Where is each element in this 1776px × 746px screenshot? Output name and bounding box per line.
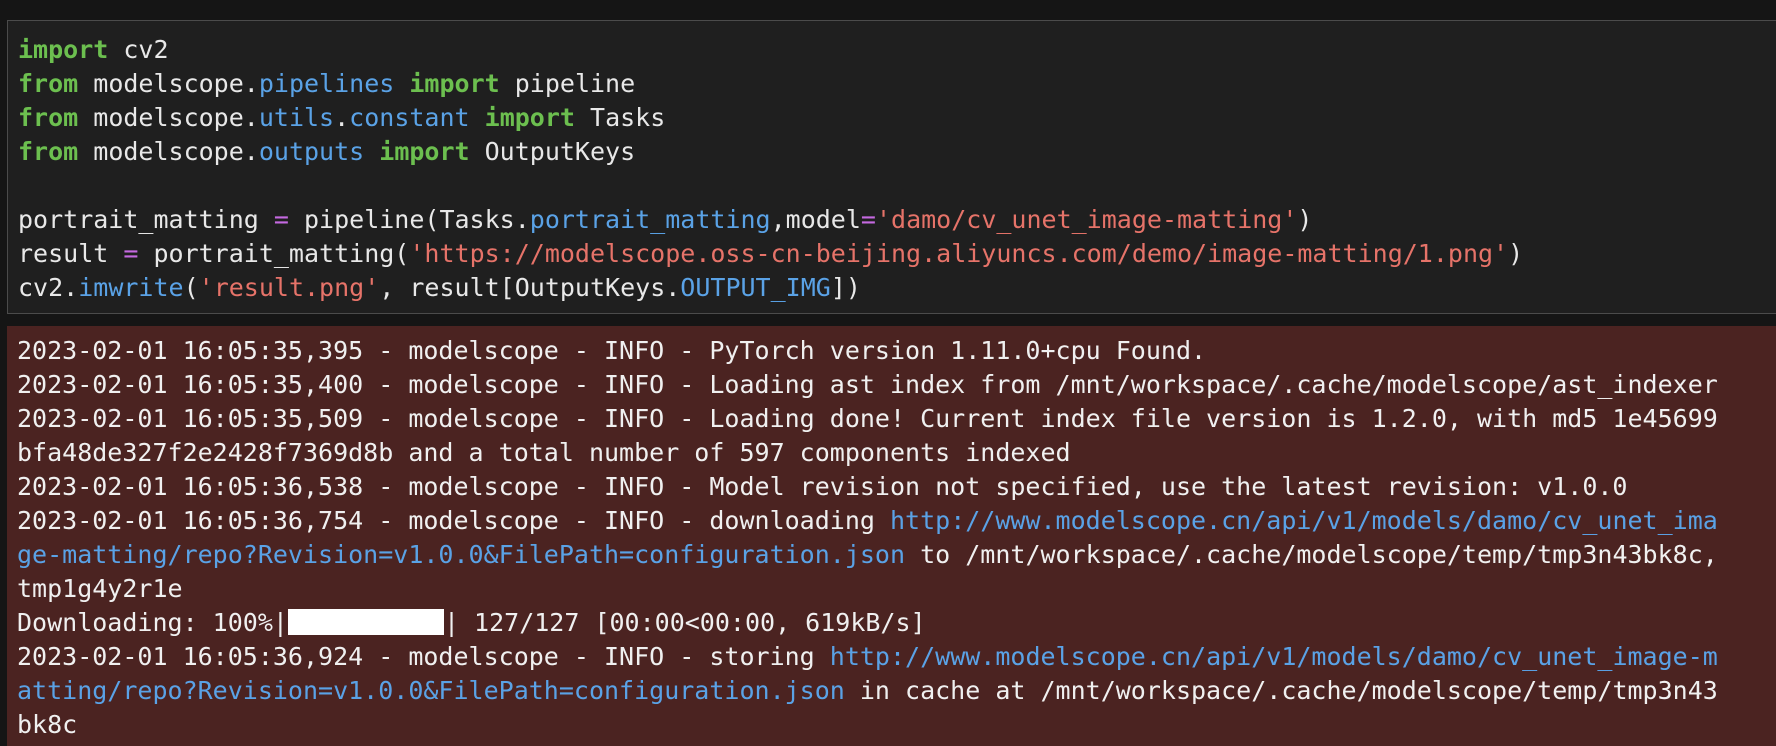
string-literal: 'https://modelscope.oss-cn-beijing.aliyu… — [409, 239, 1509, 268]
string-literal: 'result.png' — [198, 273, 380, 302]
code-text: portrait_matting — [18, 205, 274, 234]
attribute: outputs — [258, 137, 365, 166]
code-text: cv2. — [18, 273, 79, 302]
log-line: 2023-02-01 16:05:35,400 - modelscope - I… — [17, 370, 1718, 399]
keyword: import — [379, 137, 470, 166]
log-text: to /mnt/workspace/.cache/modelscope/temp… — [905, 540, 1718, 569]
code-line-2: from modelscope.pipelines import pipelin… — [18, 67, 1523, 101]
code-text: ,model — [770, 205, 861, 234]
code-text: modelscope. — [78, 137, 259, 166]
code-text: pipeline(Tasks. — [288, 205, 530, 234]
code-cell[interactable]: import cv2 from modelscope.pipelines imp… — [7, 20, 1776, 314]
log-text: 2023-02-01 16:05:36,754 - modelscope - I… — [17, 506, 890, 535]
code-line-3: from modelscope.utils.constant import Ta… — [18, 101, 1523, 135]
progress-label: Downloading: 100%| — [17, 608, 288, 637]
store-link[interactable]: http://www.modelscope.cn/api/v1/models/d… — [830, 642, 1718, 671]
code-text: ( — [183, 273, 199, 302]
attribute: constant — [349, 103, 470, 132]
code-text: ]) — [830, 273, 861, 302]
code-line-8: cv2.imwrite('result.png', result[OutputK… — [18, 271, 1523, 305]
attribute: portrait_matting — [529, 205, 771, 234]
log-line-storing-cont: atting/repo?Revision=v1.0.0&FilePath=con… — [17, 674, 1718, 708]
log-text: 2023-02-01 16:05:36,924 - modelscope - I… — [17, 642, 830, 671]
progress-stats: | 127/127 [00:00<00:00, 619kB/s] — [443, 608, 926, 637]
code-editor[interactable]: import cv2 from modelscope.pipelines imp… — [18, 33, 1523, 305]
code-text: pipeline — [499, 69, 636, 98]
code-text: ) — [1297, 205, 1313, 234]
progress-bar — [287, 609, 444, 635]
log-line-storing: 2023-02-01 16:05:36,924 - modelscope - I… — [17, 640, 1718, 674]
code-line-4: from modelscope.outputs import OutputKey… — [18, 135, 1523, 169]
progress-line: Downloading: 100%| | 127/127 [00:00<00:00… — [17, 606, 1718, 640]
code-text: modelscope. — [78, 69, 259, 98]
code-text: OutputKeys — [469, 137, 636, 166]
keyword: from — [18, 103, 79, 132]
log-line: 2023-02-01 16:05:35,395 - modelscope - I… — [17, 336, 1207, 365]
log-line: tmp1g4y2r1e — [17, 574, 183, 603]
log-line-download: 2023-02-01 16:05:36,754 - modelscope - I… — [17, 504, 1718, 538]
store-link-cont[interactable]: atting/repo?Revision=v1.0.0&FilePath=con… — [17, 676, 845, 705]
keyword: import — [484, 103, 575, 132]
log-line-download-cont: ge-matting/repo?Revision=v1.0.0&FilePath… — [17, 538, 1718, 572]
code-text: Tasks — [574, 103, 666, 132]
code-text: portrait_matting( — [138, 239, 410, 268]
keyword: import — [18, 35, 109, 64]
code-text: cv2 — [108, 35, 169, 64]
code-line-7: result = portrait_matting('https://model… — [18, 237, 1523, 271]
operator: = — [123, 239, 139, 268]
log-line: 2023-02-01 16:05:36,538 - modelscope - I… — [17, 472, 1628, 501]
code-text: modelscope. — [78, 103, 259, 132]
code-text: . — [334, 103, 350, 132]
keyword: from — [18, 69, 79, 98]
log-text: in cache at /mnt/workspace/.cache/models… — [844, 676, 1718, 705]
code-line-6: portrait_matting = pipeline(Tasks.portra… — [18, 203, 1523, 237]
attribute: OUTPUT_IMG — [680, 273, 831, 302]
operator: = — [860, 205, 876, 234]
operator: = — [273, 205, 289, 234]
log-line: bfa48de327f2e2428f7369d8b and a total nu… — [17, 438, 1071, 467]
log-output: 2023-02-01 16:05:35,395 - modelscope - I… — [17, 334, 1718, 742]
keyword: from — [18, 137, 79, 166]
output-cell: 2023-02-01 16:05:35,395 - modelscope - I… — [7, 326, 1776, 746]
download-link[interactable]: http://www.modelscope.cn/api/v1/models/d… — [890, 506, 1718, 535]
code-text: ) — [1508, 239, 1524, 268]
log-line: bk8c — [17, 710, 78, 739]
code-text: , result[OutputKeys. — [379, 273, 681, 302]
keyword: import — [409, 69, 500, 98]
attribute: imwrite — [78, 273, 184, 302]
attribute: utils — [258, 103, 335, 132]
download-link-cont[interactable]: ge-matting/repo?Revision=v1.0.0&FilePath… — [17, 540, 905, 569]
attribute: pipelines — [258, 69, 395, 98]
code-line-1: import cv2 — [18, 33, 1523, 67]
string-literal: 'damo/cv_unet_image-matting' — [875, 205, 1298, 234]
log-line: 2023-02-01 16:05:35,509 - modelscope - I… — [17, 404, 1718, 433]
code-text: result — [18, 239, 124, 268]
